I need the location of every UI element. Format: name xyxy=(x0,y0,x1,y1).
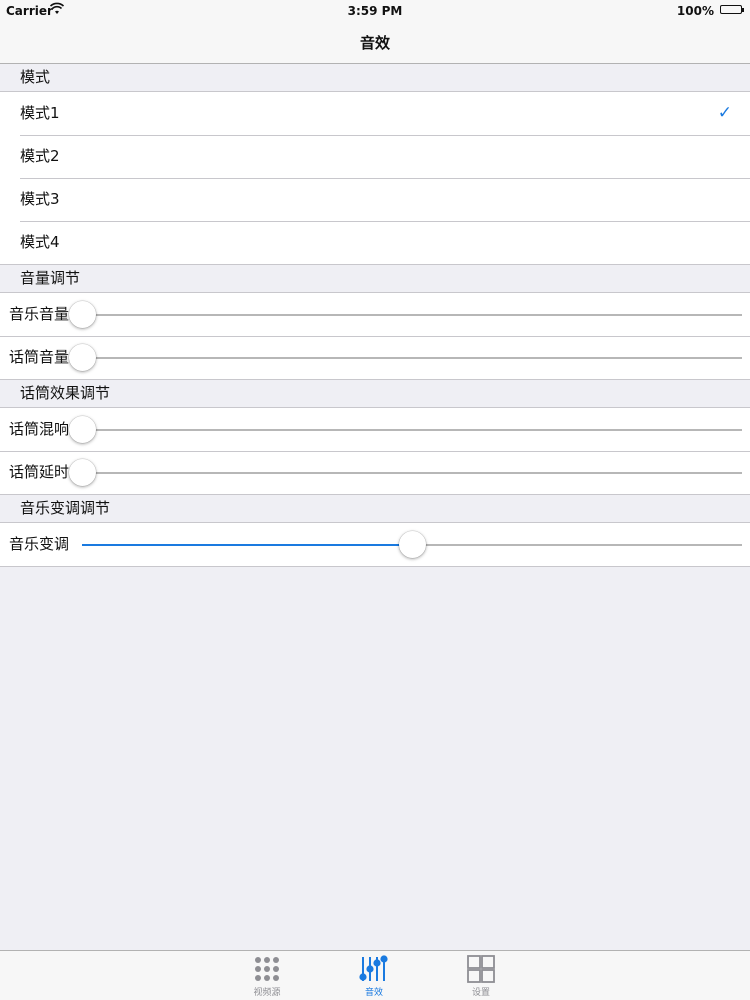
slider-label: 话筒音量 xyxy=(9,348,70,366)
mode-item-label: 模式3 xyxy=(20,190,60,208)
checkmark-icon: ✓ xyxy=(717,103,732,123)
music-volume-row: 音乐音量 xyxy=(0,293,750,336)
battery-icon xyxy=(720,5,744,14)
pitch-group: 音乐变调 xyxy=(0,522,750,567)
mic-effect-group: 话筒混响 话筒延时 xyxy=(0,407,750,495)
mode-item[interactable]: 模式1 ✓ xyxy=(0,92,750,135)
volume-group: 音乐音量 话筒音量 xyxy=(0,292,750,380)
music-pitch-row: 音乐变调 xyxy=(0,523,750,566)
mic-delay-row: 话筒延时 xyxy=(0,451,750,494)
mode-item[interactable]: 模式4 xyxy=(0,221,750,264)
slider-thumb[interactable] xyxy=(69,344,96,371)
tab-label: 设置 xyxy=(471,988,490,998)
mic-delay-slider[interactable] xyxy=(69,459,742,486)
slider-label: 话筒延时 xyxy=(9,463,70,481)
music-volume-slider[interactable] xyxy=(69,301,742,328)
four-squares-icon xyxy=(451,955,511,983)
grid-dots-icon xyxy=(237,955,297,983)
page-title: 音效 xyxy=(359,34,390,52)
slider-thumb[interactable] xyxy=(69,416,96,443)
navigation-bar: 音效 xyxy=(0,22,750,64)
tab-label: 视频源 xyxy=(253,988,281,998)
section-header-pitch: 音乐变调调节 xyxy=(0,495,750,522)
section-header-mode: 模式 xyxy=(0,64,750,91)
mic-volume-slider[interactable] xyxy=(69,344,742,371)
slider-thumb[interactable] xyxy=(69,301,96,328)
tab-video-source[interactable]: 视频源 xyxy=(237,955,297,998)
mic-volume-row: 话筒音量 xyxy=(0,336,750,379)
tab-label: 音效 xyxy=(364,988,383,998)
tab-settings[interactable]: 设置 xyxy=(451,955,511,998)
tab-bar: 视频源 音效 设置 xyxy=(0,950,750,1000)
mode-group: 模式1 ✓ 模式2 模式3 模式4 xyxy=(0,91,750,265)
mode-item-label: 模式2 xyxy=(20,147,60,165)
music-pitch-slider[interactable] xyxy=(82,531,742,558)
mode-item-label: 模式4 xyxy=(20,233,60,251)
slider-label: 话筒混响 xyxy=(9,420,70,438)
settings-list: 模式 模式1 ✓ 模式2 模式3 模式4 音量调节 音乐音量 话筒音量 话筒效果… xyxy=(0,64,750,567)
status-bar: Carrier 3:59 PM 100% xyxy=(0,0,750,22)
equalizer-icon xyxy=(344,955,404,983)
mode-item[interactable]: 模式3 xyxy=(0,178,750,221)
battery-percent: 100% xyxy=(676,4,714,18)
mode-item-label: 模式1 xyxy=(20,104,60,122)
mic-reverb-row: 话筒混响 xyxy=(0,408,750,451)
tab-sound-effects[interactable]: 音效 xyxy=(344,955,404,998)
section-header-mic-effect: 话筒效果调节 xyxy=(0,380,750,407)
slider-thumb[interactable] xyxy=(69,459,96,486)
clock: 3:59 PM xyxy=(347,4,403,18)
slider-thumb[interactable] xyxy=(399,531,426,558)
slider-label: 音乐音量 xyxy=(9,305,70,323)
slider-progress xyxy=(82,544,412,546)
section-header-volume: 音量调节 xyxy=(0,265,750,292)
slider-label: 音乐变调 xyxy=(9,535,70,553)
mic-reverb-slider[interactable] xyxy=(69,416,742,443)
mode-item[interactable]: 模式2 xyxy=(0,135,750,178)
